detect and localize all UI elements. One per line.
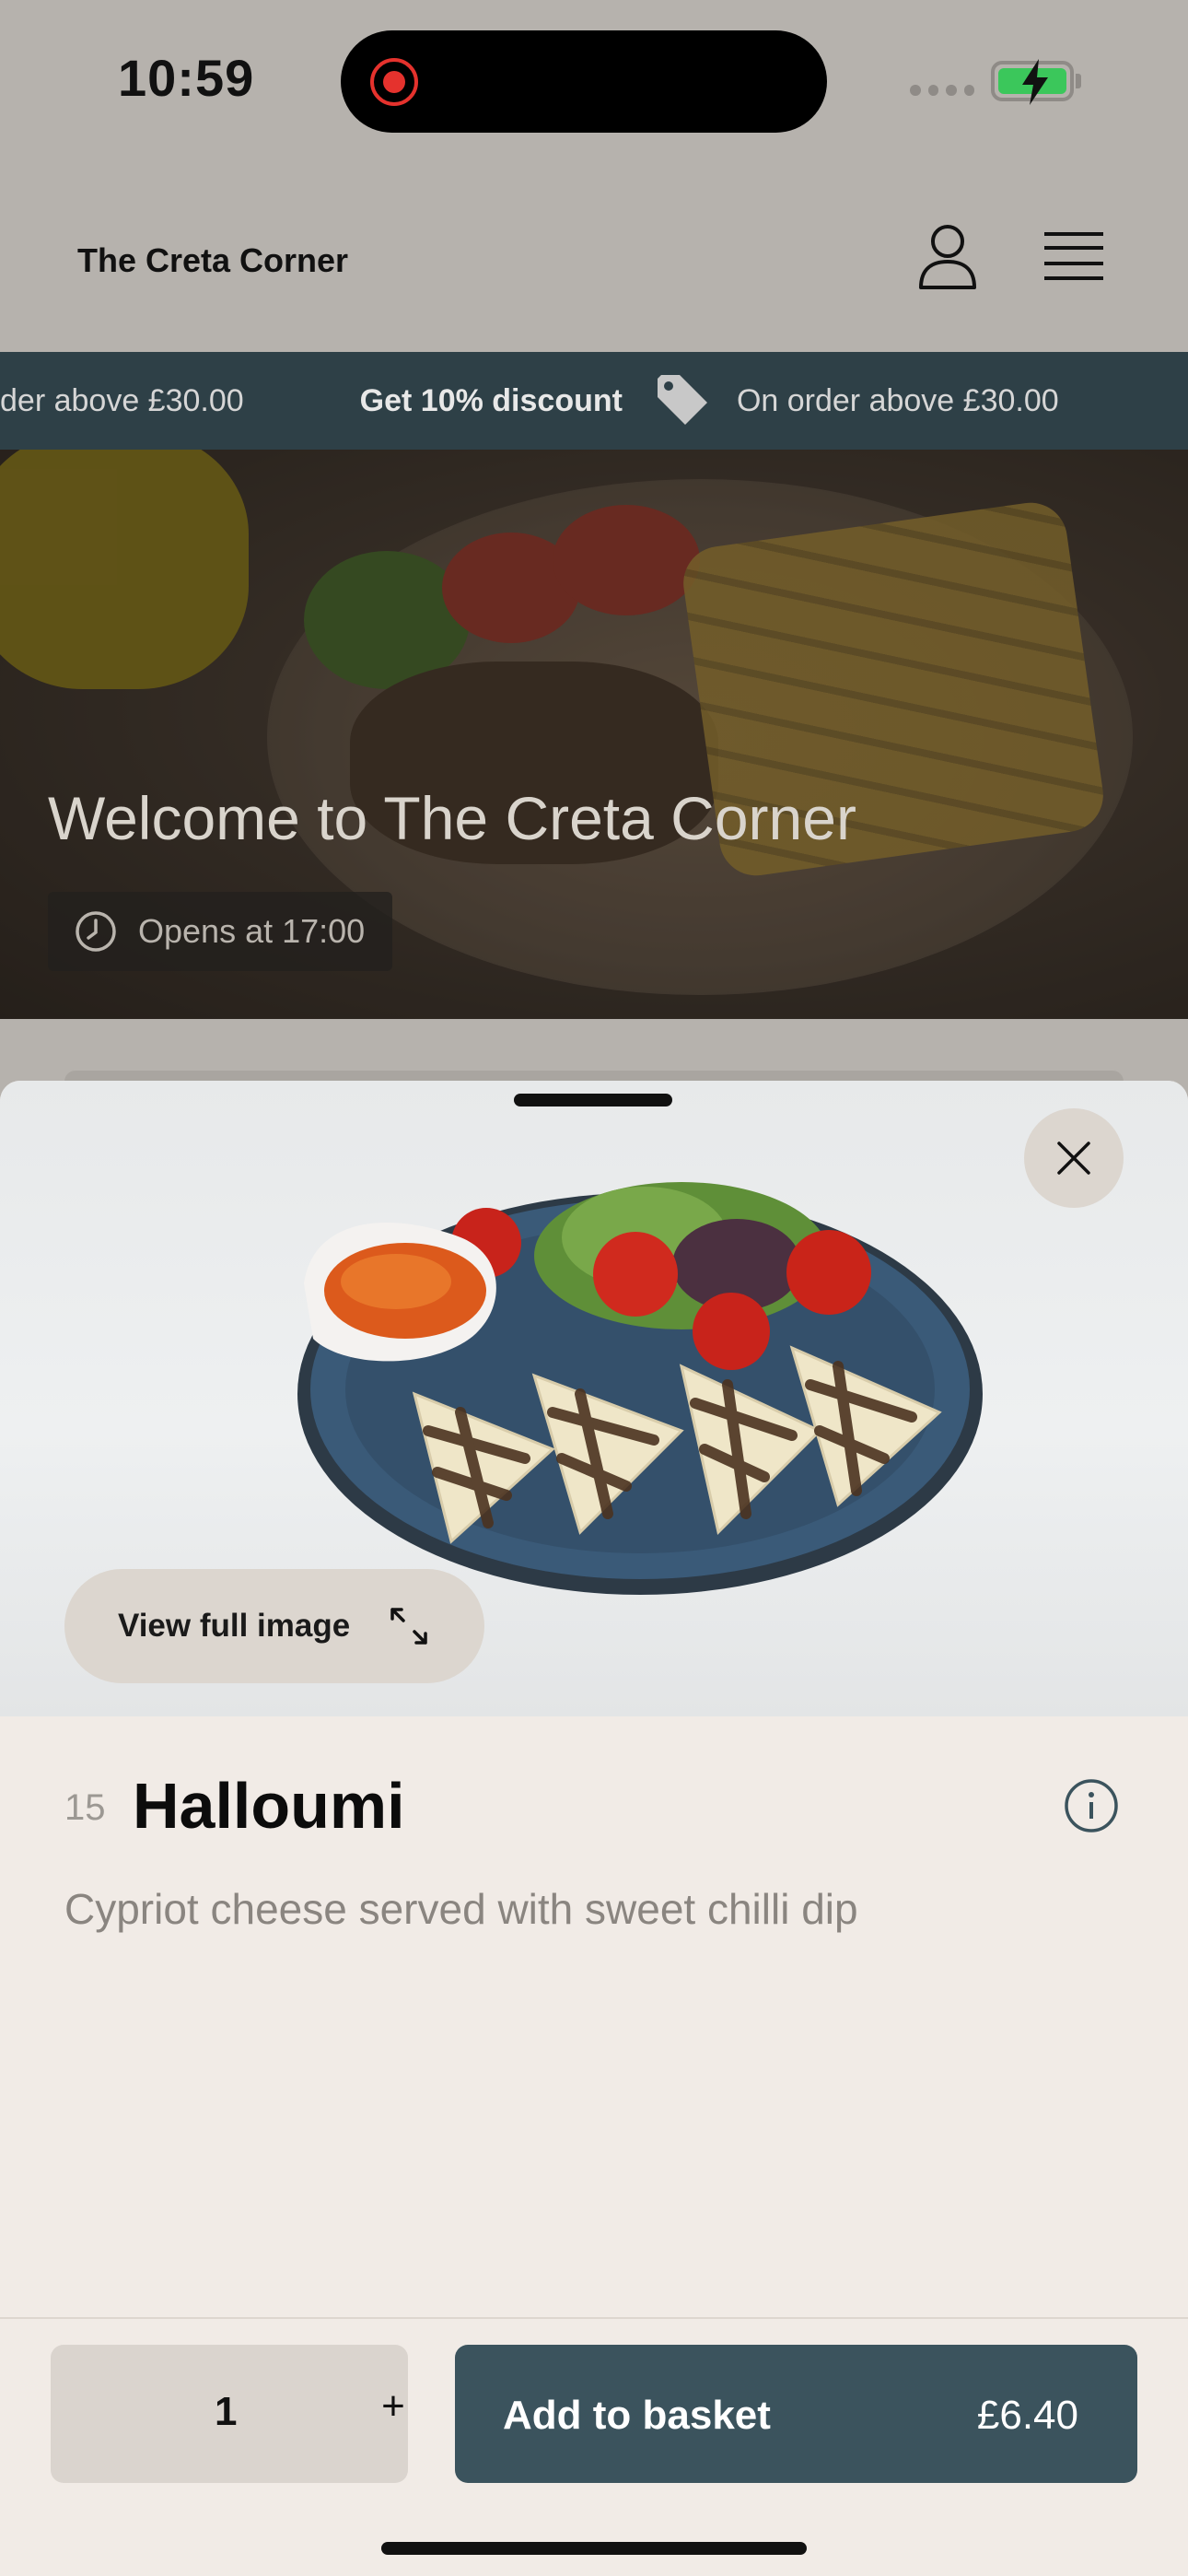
tag-icon xyxy=(657,375,707,425)
sheet-grabber[interactable] xyxy=(514,1094,672,1107)
app-header: The Creta Corner xyxy=(0,166,1188,352)
expand-icon xyxy=(390,1608,427,1645)
increase-quantity-button[interactable]: + xyxy=(373,2383,413,2430)
close-icon xyxy=(1057,1142,1090,1175)
promo-banner: der above £30.00 Get 10% discount On ord… xyxy=(0,352,1188,450)
divider xyxy=(0,2317,1188,2319)
opening-time-badge: Opens at 17:00 xyxy=(48,892,393,971)
item-price: £6.40 xyxy=(976,2393,1078,2438)
battery-icon xyxy=(991,59,1081,105)
item-number: 15 xyxy=(64,1787,106,1828)
recording-indicator-icon xyxy=(370,58,418,106)
home-indicator[interactable] xyxy=(381,2542,807,2555)
promo-text: der above £30.00 xyxy=(0,382,244,418)
close-button[interactable] xyxy=(1024,1108,1124,1208)
hero-banner: Welcome to The Creta Corner Opens at 17:… xyxy=(0,450,1188,1019)
view-full-image-button[interactable]: View full image xyxy=(64,1569,484,1683)
add-to-basket-button[interactable]: Add to basket £6.40 xyxy=(455,2345,1137,2483)
clock-icon xyxy=(76,911,116,952)
page-backdrop xyxy=(0,1019,1188,1093)
item-photo xyxy=(297,1182,983,1595)
promo-text: On order above £30.00 xyxy=(736,382,1059,418)
dynamic-island xyxy=(341,30,827,133)
hamburger-menu-icon[interactable] xyxy=(1044,230,1103,282)
quantity-stepper[interactable]: 1 + xyxy=(51,2345,408,2483)
view-full-image-label: View full image xyxy=(118,1608,351,1644)
add-to-basket-label: Add to basket xyxy=(503,2393,771,2438)
item-name: Halloumi xyxy=(133,1770,405,1842)
info-icon[interactable] xyxy=(1063,1777,1120,1834)
hero-title: Welcome to The Creta Corner xyxy=(48,784,856,852)
promo-headline: Get 10% discount xyxy=(359,382,623,418)
signal-icon xyxy=(910,85,974,98)
item-description: Cypriot cheese served with sweet chilli … xyxy=(64,1885,858,1933)
status-bar: 10:59 xyxy=(0,0,1188,166)
opening-time-text: Opens at 17:00 xyxy=(138,912,366,950)
user-icon[interactable] xyxy=(917,223,978,291)
quantity-value: 1 xyxy=(215,2389,238,2434)
status-time: 10:59 xyxy=(118,49,255,107)
brand-name[interactable]: The Creta Corner xyxy=(77,241,348,280)
charging-bolt-icon xyxy=(1022,59,1048,105)
item-detail-sheet: View full image 15 Halloumi Cypriot chee… xyxy=(0,1081,1188,2576)
